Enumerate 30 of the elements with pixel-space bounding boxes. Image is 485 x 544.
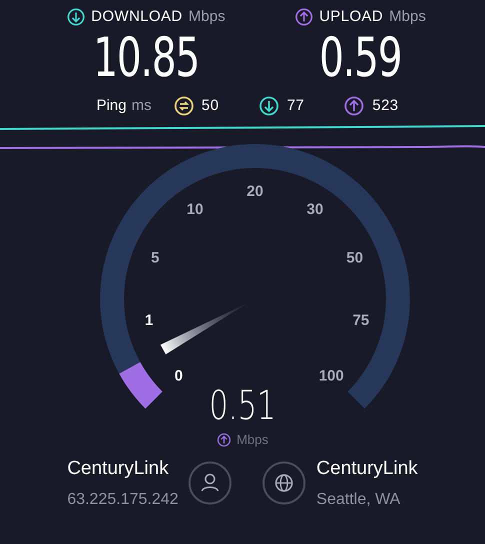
provider-name: CenturyLink xyxy=(67,457,170,481)
unit-label: Mbps xyxy=(389,7,426,27)
speed-value: 10.85 xyxy=(93,28,200,86)
gauge-reading: 0.51 xyxy=(209,384,276,428)
person-icon xyxy=(188,461,232,506)
ping-value: 523 xyxy=(372,96,399,116)
unit-label: ms xyxy=(132,96,152,116)
scale-label: 50 xyxy=(346,250,364,267)
globe-icon xyxy=(262,461,306,506)
scale-label: 30 xyxy=(306,201,324,218)
scale-label: 5 xyxy=(151,250,160,267)
scale-label: 0 xyxy=(174,367,183,384)
unit-label: Mbps xyxy=(236,431,268,449)
provider-detail: 63.225.175.242 xyxy=(67,490,178,510)
gauge-fill xyxy=(119,362,163,408)
unit-label: Mbps xyxy=(188,7,226,27)
scale-label: 10 xyxy=(186,201,204,218)
scale-label: 1 xyxy=(144,312,154,330)
swap-arrows-icon xyxy=(174,96,194,116)
provider-detail: Seattle, WA xyxy=(316,490,402,510)
result-label: DOWNLOAD xyxy=(91,7,183,27)
result-label: UPLOAD xyxy=(319,7,384,27)
provider-name: CenturyLink xyxy=(316,457,418,481)
ping-label: Ping xyxy=(96,96,126,116)
scale-label: 100 xyxy=(318,367,344,384)
speed-value: 0.59 xyxy=(319,28,402,86)
scale-label: 20 xyxy=(246,183,264,200)
scale-label: 75 xyxy=(352,312,370,330)
ping-value: 50 xyxy=(202,96,219,116)
ping-value: 77 xyxy=(286,96,304,116)
